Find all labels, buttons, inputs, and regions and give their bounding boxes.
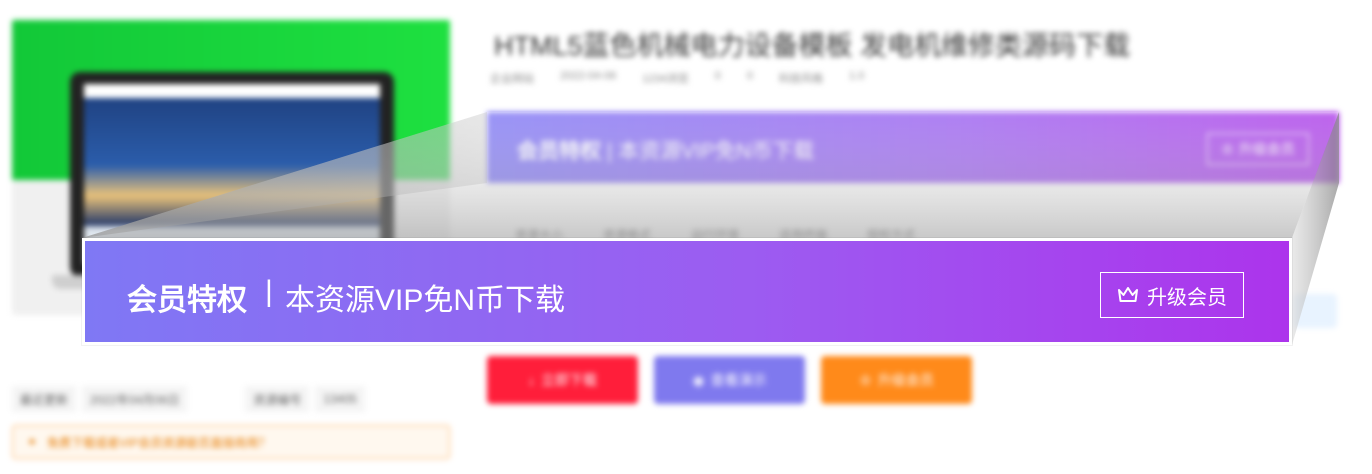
notice-text: 免费下载或者VIP会员资源能否直接商用？: [47, 435, 271, 450]
demo-button[interactable]: ◉ 查看演示: [654, 356, 805, 404]
meta-version: 1.0: [849, 70, 865, 82]
vip-description: 本资源VIP免N币下载: [285, 284, 566, 317]
notice-icon: ✦: [27, 435, 38, 449]
update-date: 2022年04月06日: [82, 386, 188, 412]
vip-privilege-title: 会员特权: [127, 284, 247, 317]
vip-upgrade-button-original[interactable]: ♔ 升级会员: [1207, 133, 1309, 165]
vip-upgrade-label-original: 升级会员: [1238, 141, 1295, 157]
download-button[interactable]: ↓ 立即下载: [487, 356, 638, 404]
crown-icon: [1118, 287, 1138, 302]
meta-style: 科技风格: [779, 73, 824, 85]
action-buttons: ↓ 立即下载 ◉ 查看演示 ♔ 升级会员: [487, 356, 972, 404]
upgrade-button[interactable]: ♔ 升级会员: [821, 356, 972, 404]
resource-id-label: 资源编号: [245, 386, 310, 412]
crown-icon: ♔: [859, 371, 872, 388]
vip-banner-original: 会员特权 | 本资源VIP免N币下载 ♔ 升级会员: [487, 112, 1339, 183]
demo-label: 查看演示: [710, 372, 767, 388]
vip-separator: |: [265, 275, 273, 308]
side-help-button[interactable]: [1293, 294, 1337, 328]
meta-comments: 0: [714, 70, 721, 82]
blurred-page: HTML5蓝色机械电力设备模板 发电机维修类源码下载 企业网站 2022-04-…: [0, 0, 1372, 474]
update-info-row: 最近更新 2022年04月06日 资源编号 13405: [12, 386, 365, 412]
meta-category[interactable]: 企业网站: [490, 70, 534, 86]
vip-banner-zoomed: 会员特权 | 本资源VIP免N币下载 升级会员: [82, 238, 1292, 345]
meta-date: 2022-04-06: [560, 70, 617, 82]
page-title: HTML5蓝色机械电力设备模板 发电机维修类源码下载: [494, 31, 1131, 61]
vip-banner-original-desc: 本资源VIP免N币下载: [618, 140, 815, 163]
vip-banner-original-text: 会员特权 | 本资源VIP免N币下载: [517, 135, 814, 165]
laptop-screen-nav: [84, 84, 380, 98]
upgrade-label: 升级会员: [877, 372, 934, 388]
meta-row: 企业网站 2022-04-06 1234浏览 0 0 科技风格 1.0: [490, 70, 864, 86]
vip-upgrade-button[interactable]: 升级会员: [1100, 272, 1244, 318]
vip-upgrade-label: 升级会员: [1147, 286, 1227, 309]
crown-icon: ♔: [1221, 140, 1234, 157]
meta-views: 1234浏览: [642, 73, 689, 85]
laptop-screen: [84, 84, 380, 264]
vip-banner-original-strong: 会员特权: [517, 140, 601, 163]
eye-icon: ◉: [692, 371, 705, 388]
meta-likes: 0: [746, 70, 754, 82]
update-label: 最近更新: [12, 386, 77, 412]
resource-id-value: 13405: [315, 386, 365, 412]
vip-banner-original-separator: |: [606, 140, 613, 163]
notice-bar[interactable]: ✦ 免费下载或者VIP会员资源能否直接商用？: [12, 425, 450, 459]
download-icon: ↓: [528, 372, 535, 388]
download-label: 立即下载: [541, 372, 597, 388]
